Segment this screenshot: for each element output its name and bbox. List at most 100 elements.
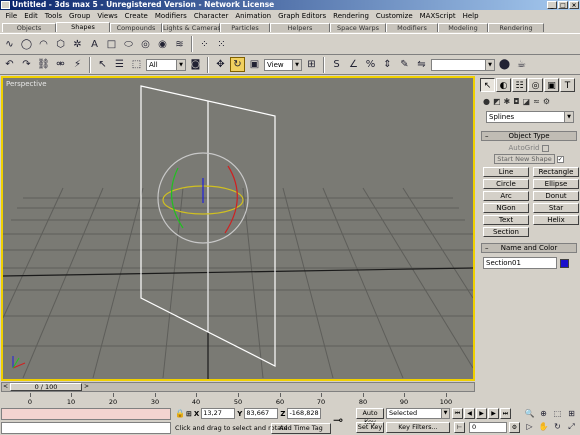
maxscript-listener-field[interactable] [1,408,171,420]
play-icon[interactable]: ▶ [476,408,487,419]
circle-button[interactable]: Circle [483,179,529,189]
helpers-icon[interactable]: ◪ [523,97,531,106]
tab-space-warps[interactable]: Space Warps [330,23,386,32]
add-time-tag-button[interactable]: Add Time Tag [271,423,331,434]
menu-animation[interactable]: Animation [232,11,275,22]
display-tab-icon[interactable]: ▣ [544,78,559,92]
bind-spacewarp-icon[interactable]: ⚡ [70,57,85,72]
tab-helpers[interactable]: Helpers [270,23,330,32]
geometry-icon[interactable]: ● [483,97,490,106]
tab-shapes[interactable]: Shapes [56,22,110,32]
select-object-icon[interactable]: ↖ [95,57,110,72]
minimize-button[interactable]: _ [547,1,557,9]
reference-coordinate-dropdown[interactable]: View ▼ [264,58,302,71]
menu-help[interactable]: Help [459,11,482,22]
key-mode-toggle-icon[interactable]: ⊢ [454,422,465,433]
tab-rendering[interactable]: Rendering [488,23,544,32]
menu-views[interactable]: Views [94,11,121,22]
set-key-button[interactable]: Set Key [356,422,384,433]
rotate-icon[interactable]: ↻ [230,57,245,72]
time-slider[interactable]: 0 / 100 < > [1,382,475,392]
next-frame-icon[interactable]: ▶ [488,408,499,419]
tab-modifiers[interactable]: Modifiers [386,23,438,32]
material-editor-icon[interactable]: ⬤ [497,57,512,72]
utilities-tab-icon[interactable]: T [560,78,575,92]
menu-graph-editors[interactable]: Graph Editors [275,11,330,22]
tab-objects[interactable]: Objects [2,23,56,32]
helix-button[interactable]: Helix [533,215,579,225]
time-slider-handle[interactable]: 0 / 100 [10,383,82,391]
set-key-mode-icon[interactable]: ⊸ [333,413,343,427]
selection-filter-dropdown[interactable]: All ▼ [146,58,186,71]
time-configuration-icon[interactable]: ⚙ [509,422,520,433]
menu-modifiers[interactable]: Modifiers [151,11,190,22]
object-color-swatch[interactable] [560,258,569,268]
hierarchy-tab-icon[interactable]: ☷ [512,78,527,92]
text-button[interactable]: Text [483,215,529,225]
object-type-rollout-header[interactable]: – Object Type [481,131,577,141]
start-new-shape-checkbox[interactable]: ✓ [556,155,564,163]
named-selection-dropdown[interactable]: ▼ [431,58,495,71]
category-dropdown[interactable]: Splines ▼ [486,111,574,123]
tab-particles[interactable]: Particles [220,23,270,32]
y-coordinate-field[interactable]: 83,667 [244,408,279,419]
previous-frame-icon[interactable]: ◀ [464,408,475,419]
maximize-viewport-icon[interactable]: ⤢ [565,421,578,433]
menu-rendering[interactable]: Rendering [330,11,373,22]
region-select-icon[interactable]: ⬚ [129,57,144,72]
lock-selection-icon[interactable]: 🔒 [175,409,185,418]
key-selection-dropdown[interactable]: Selected ▼ [386,408,450,419]
absolute-mode-icon[interactable]: ⊞ [186,410,192,418]
percent-snap-icon[interactable]: % [363,57,378,72]
motion-tab-icon[interactable]: ◎ [528,78,543,92]
scale-icon[interactable]: ▣ [247,57,262,72]
text-tool-icon[interactable]: A [87,37,102,52]
name-and-color-rollout-header[interactable]: – Name and Color [481,243,577,253]
unlink-icon[interactable]: ⚮ [53,57,68,72]
key-filters-button[interactable]: Key Filters... [386,422,450,433]
rectangle-button[interactable]: Rectangle [533,167,579,177]
arc-tool-icon[interactable]: ◠ [36,37,51,52]
zoom-extents-icon[interactable]: ⬚ [551,408,564,420]
menu-tools[interactable]: Tools [41,11,65,22]
viewport-label[interactable]: Perspective [6,80,47,88]
ngon-button[interactable]: NGon [483,203,529,213]
track-bar[interactable]: 0 10 20 30 40 50 60 70 80 90 100 [0,393,475,407]
window-crossing-icon[interactable]: ◙ [188,57,203,72]
menu-character[interactable]: Character [190,11,232,22]
menu-edit[interactable]: Edit [21,11,42,22]
circle-tool-icon[interactable]: ◯ [19,37,34,52]
z-coordinate-field[interactable]: -168,828 [287,408,322,419]
zoom-icon[interactable]: 🔍 [523,408,536,420]
current-frame-field[interactable]: 0 [469,422,507,433]
link-icon[interactable]: ⛓ [36,57,51,72]
undo-icon[interactable]: ↶ [2,57,17,72]
line-tool-icon[interactable]: ∿ [2,37,17,52]
tab-lights-cameras[interactable]: Lights & Cameras [162,23,221,32]
spline-select-icon[interactable]: ⁙ [214,37,229,52]
autogrid-checkbox[interactable] [542,144,550,152]
snap-3d-icon[interactable]: S [329,57,344,72]
donut-button[interactable]: Donut [533,191,579,201]
maximize-button[interactable]: □ [558,1,568,9]
mirror-icon[interactable]: ⇋ [414,57,429,72]
time-slider-right-arrow[interactable]: > [84,383,89,391]
section-tool-icon[interactable]: ≋ [172,37,187,52]
ellipse-button[interactable]: Ellipse [533,179,579,189]
modify-tab-icon[interactable]: ◐ [496,78,511,92]
zoom-extents-all-icon[interactable]: ⊞ [565,408,578,420]
shapes-icon[interactable]: ◩ [493,97,501,106]
section-button[interactable]: Section [483,227,529,237]
go-to-end-icon[interactable]: ⏭ [500,408,511,419]
auto-key-button[interactable]: Auto Key [356,408,384,426]
pivot-center-icon[interactable]: ⊞ [304,57,319,72]
move-icon[interactable]: ✥ [213,57,228,72]
redo-icon[interactable]: ↷ [19,57,34,72]
pan-icon[interactable]: ✋ [537,421,550,433]
line-button[interactable]: Line [483,167,529,177]
section-plane[interactable] [140,85,276,367]
tab-modeling[interactable]: Modeling [438,23,488,32]
go-to-start-icon[interactable]: ⏮ [452,408,463,419]
x-coordinate-field[interactable]: 13,27 [201,408,236,419]
menu-file[interactable]: File [2,11,21,22]
